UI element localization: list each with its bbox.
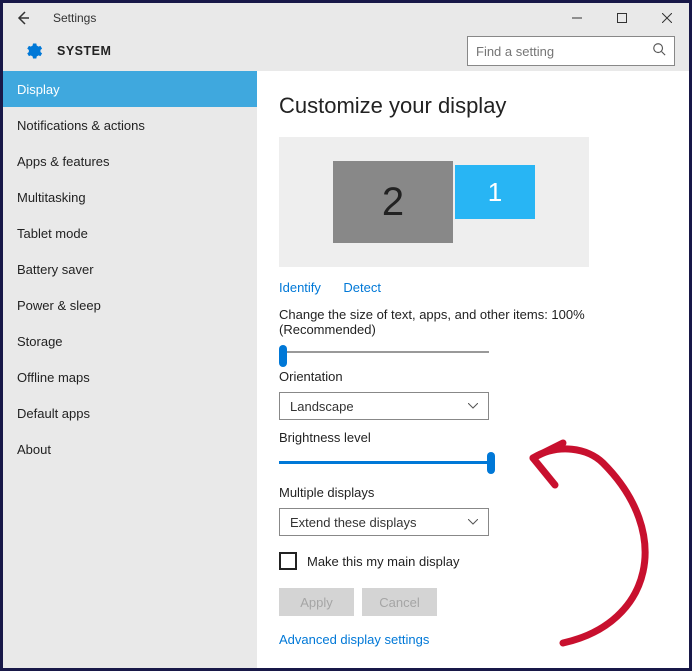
sidebar-item-display[interactable]: Display [3,71,257,107]
sidebar-item-offline-maps[interactable]: Offline maps [3,359,257,395]
multiple-displays-label: Multiple displays [279,485,667,500]
breadcrumb: SYSTEM [57,44,111,58]
sidebar-item-label: Storage [17,334,63,349]
orientation-select[interactable]: Landscape [279,392,489,420]
back-button[interactable] [15,10,31,26]
scale-slider[interactable] [279,345,489,359]
display-arrangement[interactable]: 2 1 [279,137,589,267]
brightness-slider-thumb[interactable] [487,452,495,474]
scale-label: Change the size of text, apps, and other… [279,307,667,337]
sidebar-item-label: Apps & features [17,154,110,169]
multiple-displays-select[interactable]: Extend these displays [279,508,489,536]
monitor-1[interactable]: 1 [455,165,535,219]
sidebar-item-label: Default apps [17,406,90,421]
header: SYSTEM [3,33,689,71]
sidebar-item-power[interactable]: Power & sleep [3,287,257,323]
sidebar-item-label: Tablet mode [17,226,88,241]
back-arrow-icon [15,10,31,26]
content-area: Customize your display 2 1 Identify Dete… [257,71,689,668]
sidebar-item-label: Offline maps [17,370,90,385]
window-title: Settings [53,11,96,25]
settings-window: Settings SYSTEM Display Notifications & … [0,0,692,671]
brightness-slider[interactable] [279,453,497,475]
sidebar-item-label: About [17,442,51,457]
window-controls [554,4,689,33]
sidebar-item-notifications[interactable]: Notifications & actions [3,107,257,143]
main-display-checkbox[interactable] [279,552,297,570]
main-display-label: Make this my main display [307,554,459,569]
search-icon [652,42,666,61]
orientation-label: Orientation [279,369,667,384]
sidebar-item-label: Multitasking [17,190,86,205]
advanced-display-link[interactable]: Advanced display settings [279,632,667,647]
sidebar-item-label: Notifications & actions [17,118,145,133]
sidebar-item-default-apps[interactable]: Default apps [3,395,257,431]
orientation-value: Landscape [290,399,354,414]
chevron-down-icon [468,517,478,528]
sidebar-item-tablet[interactable]: Tablet mode [3,215,257,251]
monitor-2[interactable]: 2 [333,161,453,243]
multiple-displays-value: Extend these displays [290,515,416,530]
sidebar-item-label: Display [17,82,60,97]
sidebar-item-about[interactable]: About [3,431,257,467]
sidebar-item-multitasking[interactable]: Multitasking [3,179,257,215]
apply-button[interactable]: Apply [279,588,354,616]
chevron-down-icon [468,401,478,412]
scale-slider-thumb[interactable] [279,345,287,367]
sidebar-item-label: Battery saver [17,262,94,277]
minimize-button[interactable] [554,4,599,33]
identify-link[interactable]: Identify [279,280,321,295]
page-title: Customize your display [279,93,667,119]
titlebar: Settings [3,3,689,33]
gear-icon [23,41,43,61]
sidebar-item-storage[interactable]: Storage [3,323,257,359]
cancel-button[interactable]: Cancel [362,588,437,616]
maximize-button[interactable] [599,4,644,33]
sidebar-item-label: Power & sleep [17,298,101,313]
brightness-label: Brightness level [279,430,667,445]
search-box[interactable] [467,36,675,66]
sidebar: Display Notifications & actions Apps & f… [3,71,257,668]
sidebar-item-battery[interactable]: Battery saver [3,251,257,287]
detect-link[interactable]: Detect [343,280,381,295]
sidebar-item-apps[interactable]: Apps & features [3,143,257,179]
search-input[interactable] [476,44,652,59]
close-button[interactable] [644,4,689,33]
